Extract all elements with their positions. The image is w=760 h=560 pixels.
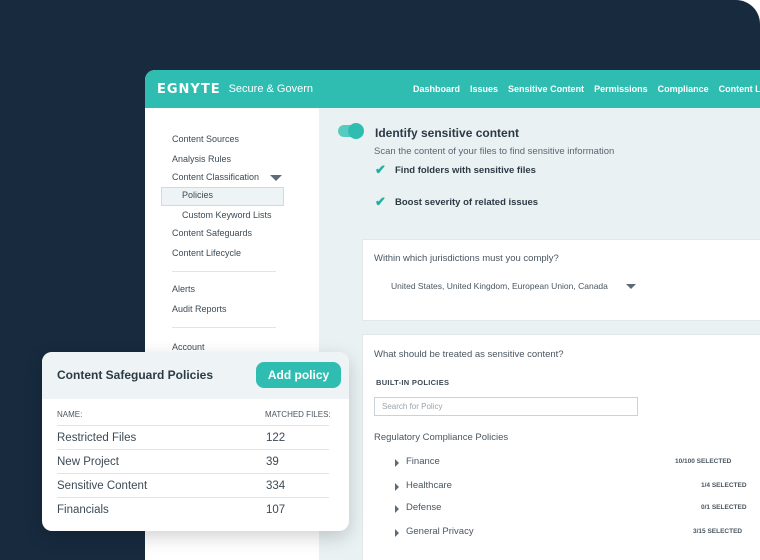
- table-row[interactable]: Sensitive Content 334: [57, 473, 329, 497]
- table-row[interactable]: Financials 107: [57, 497, 329, 521]
- row-matched: 39: [266, 456, 279, 468]
- column-header-matched: MATCHED FILES:: [265, 410, 331, 419]
- jurisdictions-card: Within which jurisdictions must you comp…: [362, 239, 760, 321]
- add-policy-button[interactable]: Add policy: [256, 362, 341, 388]
- sidebar-item-content-classification[interactable]: Content Classification: [172, 172, 259, 182]
- row-matched: 107: [266, 504, 286, 516]
- sidebar-divider: [172, 271, 276, 272]
- row-matched: 334: [266, 480, 286, 492]
- jurisdictions-question: Within which jurisdictions must you comp…: [374, 253, 559, 264]
- sidebar-item-policies[interactable]: Policies: [182, 190, 213, 200]
- chevron-down-icon[interactable]: [270, 175, 282, 181]
- policy-defense-count: 0/1 SELECTED: [701, 504, 747, 511]
- safeguard-card-title: Content Safeguard Policies: [57, 368, 214, 382]
- sidebar-item-content-sources[interactable]: Content Sources: [172, 134, 239, 144]
- sidebar-item-alerts[interactable]: Alerts: [172, 284, 195, 294]
- builtin-policies-label: BUILT-IN POLICIES: [376, 378, 450, 387]
- nav-permissions[interactable]: Permissions: [594, 84, 648, 94]
- chevron-down-icon[interactable]: [626, 284, 636, 289]
- checkmark-icon[interactable]: ✔: [375, 162, 386, 178]
- sensitive-content-card: What should be treated as sensitive cont…: [362, 334, 760, 560]
- main-nav: Dashboard Issues Sensitive Content Permi…: [413, 70, 760, 108]
- row-name: Financials: [57, 504, 109, 516]
- main-content: Identify sensitive content Scan the cont…: [319, 108, 760, 560]
- policy-general-privacy-count: 3/15 SELECTED: [693, 528, 743, 535]
- sidebar-divider: [172, 327, 276, 328]
- row-name: New Project: [57, 456, 119, 468]
- sidebar-item-analysis-rules[interactable]: Analysis Rules: [172, 154, 231, 164]
- row-name: Sensitive Content: [57, 480, 148, 492]
- policy-healthcare-count: 1/4 SELECTED: [701, 482, 747, 489]
- nav-content-lifecycle[interactable]: Content Lifecycle: [719, 84, 760, 94]
- product-name: Secure & Govern: [228, 83, 313, 95]
- chevron-right-icon[interactable]: [395, 483, 399, 491]
- policy-healthcare[interactable]: Healthcare: [406, 480, 452, 491]
- row-matched: 122: [266, 432, 286, 444]
- regulatory-group-title: Regulatory Compliance Policies: [374, 432, 509, 443]
- option-boost-severity: Boost severity of related issues: [395, 197, 539, 208]
- sidebar-item-custom-keyword-lists[interactable]: Custom Keyword Lists: [182, 210, 272, 220]
- table-row[interactable]: Restricted Files 122: [57, 425, 329, 449]
- option-find-folders: Find folders with sensitive files: [395, 165, 536, 176]
- egnyte-logo[interactable]: EGNYTE: [157, 82, 221, 97]
- sidebar-item-content-lifecycle[interactable]: Content Lifecycle: [172, 248, 241, 258]
- sensitive-question: What should be treated as sensitive cont…: [374, 349, 564, 360]
- nav-dashboard[interactable]: Dashboard: [413, 84, 460, 94]
- nav-compliance[interactable]: Compliance: [658, 84, 709, 94]
- policy-defense[interactable]: Defense: [406, 502, 441, 513]
- identify-title: Identify sensitive content: [375, 126, 520, 140]
- checkmark-icon[interactable]: ✔: [375, 194, 386, 210]
- column-header-name: NAME:: [57, 410, 83, 419]
- toggle-knob[interactable]: [348, 123, 364, 139]
- jurisdictions-select-value[interactable]: United States, United Kingdom, European …: [391, 281, 608, 291]
- sidebar-item-audit-reports[interactable]: Audit Reports: [172, 304, 227, 314]
- chevron-right-icon[interactable]: [395, 505, 399, 513]
- sidebar-item-account[interactable]: Account: [172, 342, 205, 352]
- policy-finance[interactable]: Finance: [406, 456, 440, 467]
- policy-search-input[interactable]: [374, 397, 638, 416]
- table-row[interactable]: New Project 39: [57, 449, 329, 473]
- policy-general-privacy[interactable]: General Privacy: [406, 526, 474, 537]
- policy-finance-count: 10/100 SELECTED: [675, 458, 732, 465]
- nav-sensitive-content[interactable]: Sensitive Content: [508, 84, 584, 94]
- safeguard-policies-card: Content Safeguard Policies Add policy NA…: [42, 352, 349, 531]
- chevron-right-icon[interactable]: [395, 459, 399, 467]
- sidebar-item-content-safeguards[interactable]: Content Safeguards: [172, 228, 252, 238]
- row-name: Restricted Files: [57, 432, 137, 444]
- top-bar: EGNYTE Secure & Govern Dashboard Issues …: [145, 70, 760, 108]
- chevron-right-icon[interactable]: [395, 529, 399, 537]
- sidebar-item-policies-highlight[interactable]: [161, 187, 284, 206]
- nav-issues[interactable]: Issues: [470, 84, 498, 94]
- identify-subtitle: Scan the content of your files to find s…: [374, 146, 615, 157]
